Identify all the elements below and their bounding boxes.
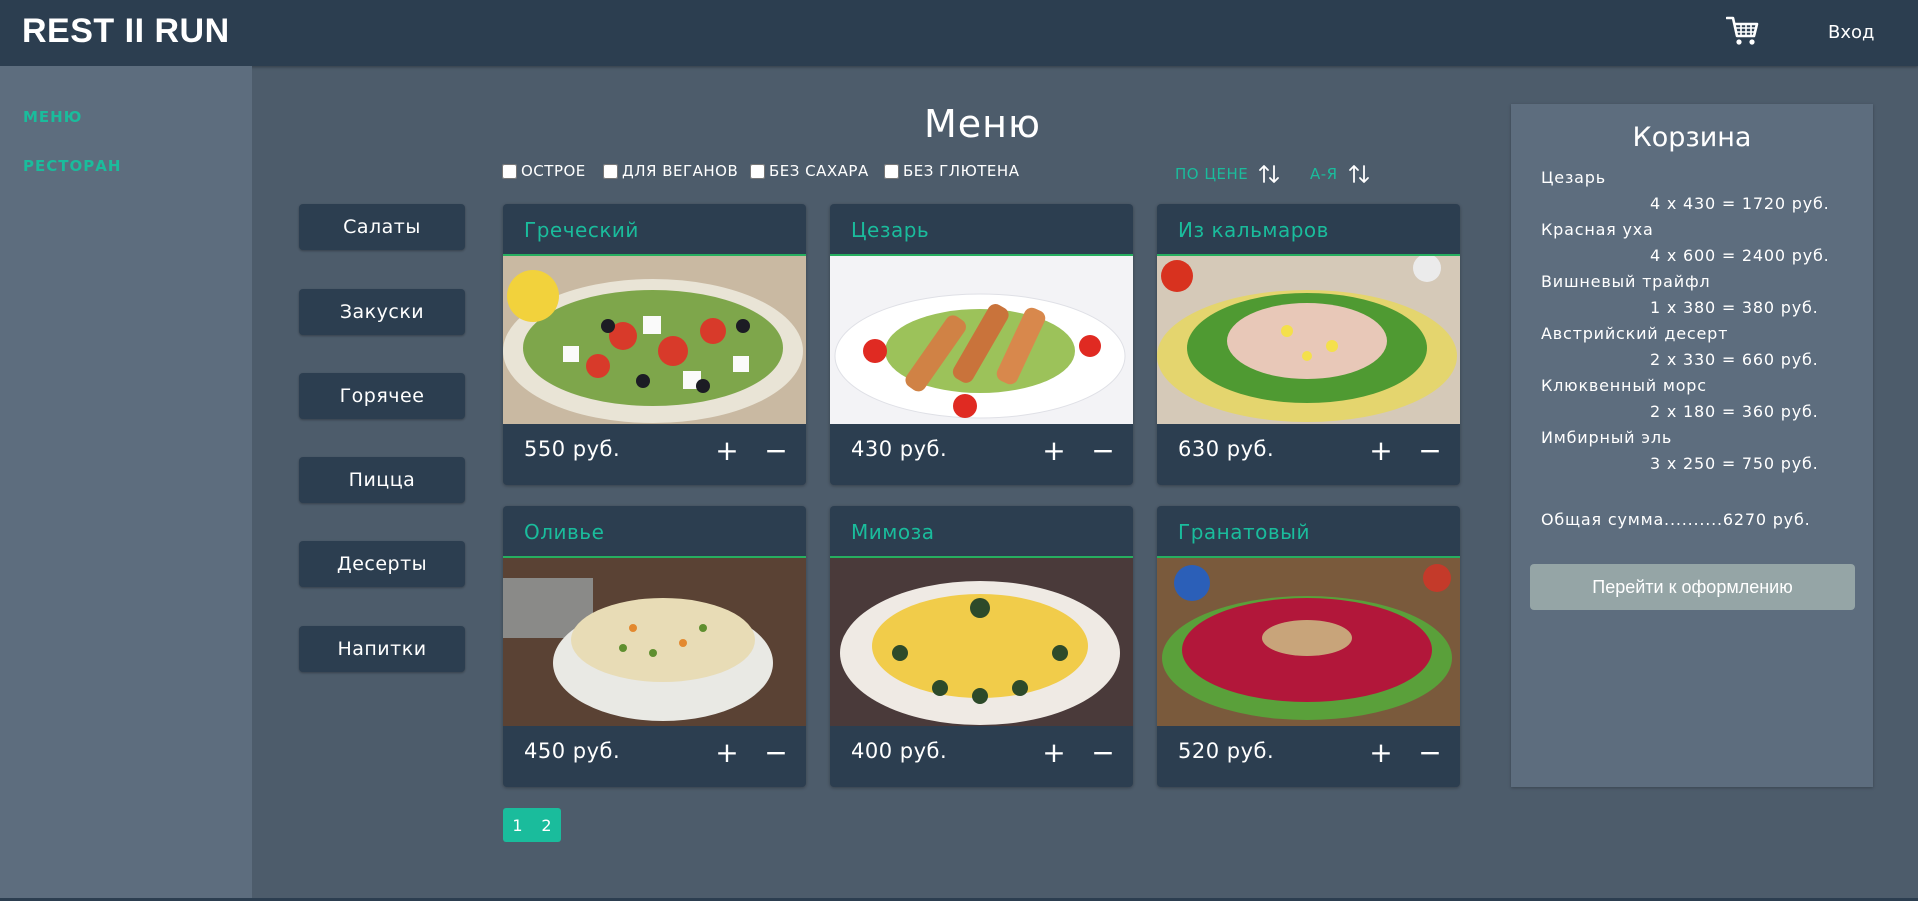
- dish-card: Греческий 550 руб. + −: [503, 204, 806, 485]
- filter-sugar-free-label: БЕЗ САХАРА: [769, 162, 869, 180]
- filter-vegan-label: ДЛЯ ВЕГАНОВ: [622, 162, 739, 180]
- filter-vegan[interactable]: ДЛЯ ВЕГАНОВ: [603, 162, 738, 180]
- olivier-salad-photo: [503, 558, 806, 726]
- decrease-button[interactable]: −: [1416, 435, 1444, 467]
- increase-button[interactable]: +: [713, 737, 741, 769]
- basket-item-name: Вишневый трайфл: [1541, 272, 1711, 291]
- sidebar-item-restaurant[interactable]: РЕСТОРАН: [23, 157, 121, 175]
- shopping-cart-icon[interactable]: [1726, 15, 1760, 47]
- dish-card: Мимоза 400 руб. + −: [830, 506, 1133, 787]
- sort-arrows-icon: [1259, 165, 1280, 183]
- dish-card: Гранатовый 520 руб. + −: [1157, 506, 1460, 787]
- filter-sugar-free-checkbox[interactable]: [750, 163, 765, 179]
- dish-name: Из кальмаров: [1178, 218, 1329, 242]
- decrease-button[interactable]: −: [1089, 737, 1117, 769]
- dish-name: Цезарь: [851, 218, 930, 242]
- basket-item-calc: 2 x 180 = 360 руб.: [1650, 402, 1819, 421]
- dish-card: Из кальмаров 630 руб. + −: [1157, 204, 1460, 485]
- dish-name: Оливье: [524, 520, 605, 544]
- filter-spicy-checkbox[interactable]: [502, 163, 517, 179]
- dish-card: Цезарь 430 руб. + −: [830, 204, 1133, 485]
- increase-button[interactable]: +: [1040, 737, 1068, 769]
- dish-price: 430 руб.: [851, 437, 948, 461]
- sidebar-item-menu[interactable]: МЕНЮ: [23, 108, 82, 126]
- increase-button[interactable]: +: [1367, 435, 1395, 467]
- pomegranate-salad-photo: [1157, 558, 1460, 726]
- page-1-button[interactable]: 1: [503, 808, 532, 842]
- greek-salad-photo: [503, 256, 806, 424]
- category-desserts-button[interactable]: Десерты: [299, 541, 465, 587]
- dish-name: Мимоза: [851, 520, 935, 544]
- basket-item-name: Имбирный эль: [1541, 428, 1673, 447]
- basket-item-name: Австрийский десерт: [1541, 324, 1729, 343]
- basket-item-calc: 1 x 380 = 380 руб.: [1650, 298, 1819, 317]
- basket-total: Общая сумма..........6270 руб.: [1541, 510, 1811, 529]
- basket-item-calc: 4 x 600 = 2400 руб.: [1650, 246, 1830, 265]
- basket-item-name: Клюквенный морс: [1541, 376, 1707, 395]
- brand-logo[interactable]: REST II RUN: [22, 12, 230, 51]
- sort-by-price-label: ПО ЦЕНЕ: [1175, 165, 1249, 183]
- sort-arrows-icon: [1348, 165, 1369, 183]
- basket-title: Корзина: [1632, 122, 1752, 153]
- mimosa-salad-photo: [830, 558, 1133, 726]
- pagination: 1 2: [503, 808, 561, 842]
- category-drinks-button[interactable]: Напитки: [299, 626, 465, 672]
- filter-vegan-checkbox[interactable]: [603, 163, 618, 179]
- category-salads-button[interactable]: Салаты: [299, 204, 465, 250]
- basket-item-calc: 2 x 330 = 660 руб.: [1650, 350, 1819, 369]
- sort-by-price[interactable]: ПО ЦЕНЕ: [1175, 163, 1280, 185]
- squid-salad-photo: [1157, 256, 1460, 424]
- increase-button[interactable]: +: [1040, 435, 1068, 467]
- page-2-button[interactable]: 2: [532, 808, 561, 842]
- sort-alphabetical-label: А-Я: [1310, 165, 1338, 183]
- category-hot-button[interactable]: Горячее: [299, 373, 465, 419]
- login-link[interactable]: Вход: [1828, 22, 1874, 43]
- decrease-button[interactable]: −: [1416, 737, 1444, 769]
- filter-sugar-free[interactable]: БЕЗ САХАРА: [750, 162, 869, 180]
- basket-item-calc: 4 x 430 = 1720 руб.: [1650, 194, 1830, 213]
- dish-price: 450 руб.: [524, 739, 621, 763]
- dish-price: 400 руб.: [851, 739, 948, 763]
- basket-item-name: Цезарь: [1541, 168, 1606, 187]
- filter-spicy[interactable]: ОСТРОЕ: [502, 162, 586, 180]
- category-snacks-button[interactable]: Закуски: [299, 289, 465, 335]
- dish-price: 630 руб.: [1178, 437, 1275, 461]
- dish-name: Гранатовый: [1178, 520, 1310, 544]
- dish-card: Оливье 450 руб. + −: [503, 506, 806, 787]
- page-title: Меню: [924, 102, 1041, 146]
- dish-name: Греческий: [524, 218, 639, 242]
- filter-spicy-label: ОСТРОЕ: [521, 162, 586, 180]
- basket-item-name: Красная уха: [1541, 220, 1654, 239]
- category-pizza-button[interactable]: Пицца: [299, 457, 465, 503]
- filter-gluten-free[interactable]: БЕЗ ГЛЮТЕНА: [884, 162, 1019, 180]
- sort-alphabetical[interactable]: А-Я: [1310, 163, 1370, 185]
- top-bar: REST II RUN Вход: [0, 0, 1918, 66]
- basket-item-calc: 3 x 250 = 750 руб.: [1650, 454, 1819, 473]
- filter-gluten-free-label: БЕЗ ГЛЮТЕНА: [903, 162, 1020, 180]
- filter-gluten-free-checkbox[interactable]: [884, 163, 899, 179]
- increase-button[interactable]: +: [713, 435, 741, 467]
- checkout-button[interactable]: Перейти к оформлению: [1530, 564, 1855, 610]
- sidebar: МЕНЮ РЕСТОРАН: [0, 66, 252, 901]
- caesar-salad-photo: [830, 256, 1133, 424]
- basket-panel: Корзина Цезарь 4 x 430 = 1720 руб. Красн…: [1511, 104, 1873, 787]
- decrease-button[interactable]: −: [762, 737, 790, 769]
- decrease-button[interactable]: −: [762, 435, 790, 467]
- decrease-button[interactable]: −: [1089, 435, 1117, 467]
- dish-price: 550 руб.: [524, 437, 621, 461]
- increase-button[interactable]: +: [1367, 737, 1395, 769]
- dish-price: 520 руб.: [1178, 739, 1275, 763]
